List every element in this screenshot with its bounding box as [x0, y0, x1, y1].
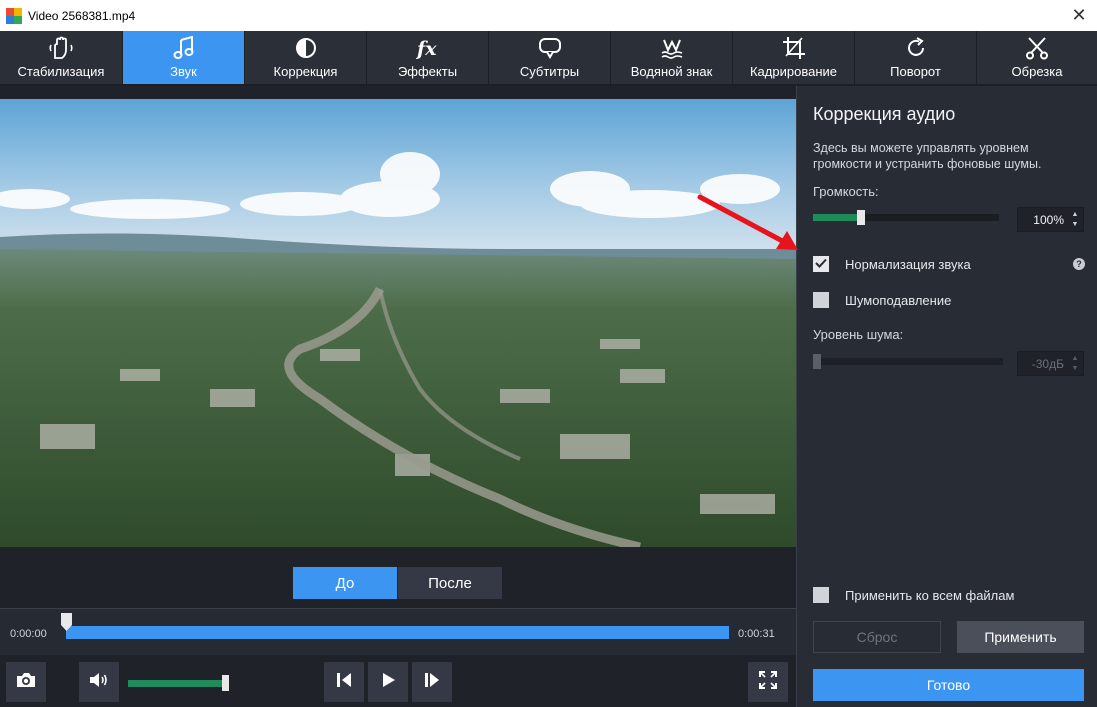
- tab-label: Субтитры: [519, 64, 580, 79]
- apply-button[interactable]: Применить: [957, 621, 1084, 653]
- snapshot-button[interactable]: [6, 662, 46, 702]
- noise-level-label: Уровень шума:: [813, 327, 904, 342]
- before-button[interactable]: До: [293, 567, 397, 599]
- tab-sound[interactable]: Звук: [123, 31, 245, 84]
- tab-label: Эффекты: [397, 64, 458, 79]
- tab-label: Коррекция: [273, 64, 338, 79]
- camera-icon: [15, 671, 37, 694]
- color-correction-icon: [294, 34, 318, 62]
- volume-slider[interactable]: [813, 210, 999, 225]
- play-icon: [379, 671, 397, 694]
- next-frame-icon: [422, 671, 442, 694]
- window-title: Video 2568381.mp4: [28, 8, 136, 23]
- time-end: 0:00:31: [738, 628, 775, 640]
- tab-label: Звук: [170, 64, 197, 79]
- tools-tabbar: Стабилизация Звук Коррекция fx Эффекты С…: [0, 31, 1097, 86]
- tab-crop[interactable]: Кадрирование: [733, 31, 855, 84]
- volume-button[interactable]: [79, 662, 119, 702]
- window-titlebar: Video 2568381.mp4 ✕: [0, 0, 1097, 31]
- music-note-icon: [173, 34, 195, 62]
- volume-slider-fill: [813, 214, 860, 221]
- normalize-label: Нормализация звука: [845, 257, 971, 272]
- noise-level-slider-knob[interactable]: [813, 354, 821, 369]
- previous-frame-icon: [334, 671, 354, 694]
- tab-stabilization[interactable]: Стабилизация: [0, 31, 123, 84]
- volume-value: 100%: [1033, 212, 1064, 227]
- tab-label: Стабилизация: [17, 64, 105, 79]
- scissors-icon: [1025, 34, 1049, 62]
- tab-watermark[interactable]: Водяной знак: [611, 31, 733, 84]
- tab-label: Поворот: [890, 64, 941, 79]
- done-button[interactable]: Готово: [813, 669, 1084, 701]
- time-start: 0:00:00: [10, 628, 47, 640]
- denoise-label: Шумоподавление: [845, 293, 952, 308]
- timeline: 0:00:00 0:00:31: [0, 608, 796, 655]
- checkmark-icon: [815, 255, 827, 273]
- fullscreen-icon: [758, 670, 778, 695]
- tab-subtitles[interactable]: Субтитры: [489, 31, 611, 84]
- tab-effects[interactable]: fx Эффекты: [367, 31, 489, 84]
- watermark-icon: [660, 34, 684, 62]
- panel-description: Здесь вы можете управлять уровнем громко…: [813, 141, 1042, 171]
- player-volume-slider[interactable]: [128, 680, 228, 687]
- audio-correction-panel: Коррекция аудио Здесь вы можете управлят…: [796, 86, 1097, 707]
- app-logo-icon: [6, 7, 22, 24]
- svg-text:fx: fx: [415, 38, 437, 60]
- denoise-checkbox[interactable]: [813, 292, 829, 308]
- tab-label: Кадрирование: [749, 64, 837, 79]
- next-frame-button[interactable]: [412, 662, 452, 702]
- player-volume-knob[interactable]: [222, 675, 229, 691]
- volume-slider-knob[interactable]: [856, 210, 865, 225]
- rotate-icon: [904, 34, 928, 62]
- timeline-track[interactable]: [66, 626, 729, 639]
- tab-correction[interactable]: Коррекция: [245, 31, 367, 84]
- volume-label: Громкость:: [813, 184, 879, 199]
- crop-icon: [782, 34, 806, 62]
- preview-area: [0, 86, 796, 606]
- play-button[interactable]: [368, 662, 408, 702]
- apply-all-label: Применить ко всем файлам: [845, 588, 1015, 603]
- panel-title: Коррекция аудио: [813, 104, 956, 124]
- speaker-icon: [88, 671, 110, 694]
- help-icon[interactable]: ?: [1073, 258, 1085, 270]
- playhead-handle[interactable]: [61, 613, 72, 631]
- video-frame: [0, 99, 796, 547]
- normalize-checkbox[interactable]: [813, 256, 829, 272]
- tab-label: Обрезка: [1011, 64, 1063, 79]
- spin-arrows-icon[interactable]: ▲ ▼: [1070, 210, 1080, 230]
- fx-icon: fx: [415, 34, 441, 62]
- reset-button[interactable]: Сброс: [813, 621, 941, 653]
- fullscreen-button[interactable]: [748, 662, 788, 702]
- tab-label: Водяной знак: [630, 64, 713, 79]
- tab-rotate[interactable]: Поворот: [855, 31, 977, 84]
- speech-bubble-icon: [538, 34, 562, 62]
- noise-level-value: -30дБ: [1031, 356, 1064, 371]
- tab-trim[interactable]: Обрезка: [977, 31, 1097, 84]
- close-icon[interactable]: ✕: [1069, 5, 1089, 26]
- noise-level-slider[interactable]: [813, 354, 1003, 369]
- noise-level-spinbox[interactable]: -30дБ ▲ ▼: [1017, 351, 1084, 376]
- stabilization-hand-icon: [48, 34, 74, 62]
- spin-arrows-icon[interactable]: ▲ ▼: [1070, 354, 1080, 374]
- volume-spinbox[interactable]: 100% ▲ ▼: [1017, 207, 1084, 232]
- after-button[interactable]: После: [398, 567, 502, 599]
- apply-all-checkbox[interactable]: [813, 587, 829, 603]
- previous-frame-button[interactable]: [324, 662, 364, 702]
- player-controls: [0, 656, 796, 707]
